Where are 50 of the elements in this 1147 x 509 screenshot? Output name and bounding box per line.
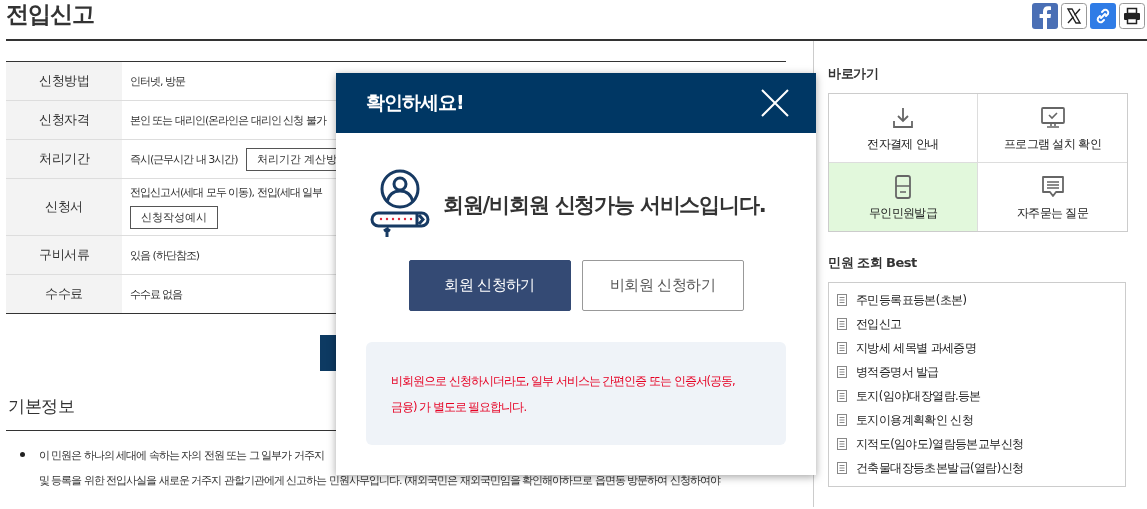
list-link[interactable]: 전입신고 xyxy=(856,316,902,332)
table-cell: 있음 (하단참조) xyxy=(130,247,200,263)
outline-button[interactable]: 신청작성예시 xyxy=(130,206,218,229)
x-share-button[interactable] xyxy=(1061,3,1087,29)
dialog-message: 회원/비회원 신청가능 서비스입니다. xyxy=(443,192,766,219)
table-header-cell: 처리기간 xyxy=(6,140,122,178)
notice-text: 비회원으로 신청하시더라도, 일부 서비스는 간편인증 또는 인증서(공동, 금융) 가 별도로 필요합니다. xyxy=(391,372,736,416)
close-button[interactable] xyxy=(761,89,789,117)
document-icon xyxy=(837,462,847,474)
document-icon xyxy=(837,294,847,306)
list-link[interactable]: 건축물대장등초본발급(열람)신청 xyxy=(856,460,1024,476)
section-title: 바로가기 xyxy=(828,65,879,83)
table-cell: 전입신고서(세대 모두 이동), 전입(세대 일부 xyxy=(130,185,323,200)
table-header-cell: 신청자격 xyxy=(6,101,122,139)
table-header-cell: 구비서류 xyxy=(6,236,122,274)
section-title: 민원 조회 Best xyxy=(828,254,918,272)
list-link[interactable]: 주민등록표등본(초본) xyxy=(856,292,967,308)
list-link[interactable]: 지적도(임야도)열람등본교부신청 xyxy=(856,436,1024,452)
table-cell: 본인 또는 대리인(온라인은 대리인 신청 불가 xyxy=(130,112,326,128)
shortcut-link[interactable]: 전자결제 안내 xyxy=(829,94,978,163)
bullet-icon xyxy=(20,452,25,457)
document-icon xyxy=(837,414,847,426)
paragraph-text: 및 등록을 위한 전입사실을 새로운 거주지 관할기관에게 신고하는 민원사무입니다. (재외국민은 재외국민임을 확인해야하므로 읍면동 방문하여 신청하여야 xyxy=(39,473,720,489)
table-cell: 인터넷, 방문 xyxy=(130,73,185,89)
dialog-title: 확인하세요! xyxy=(366,90,464,115)
print-button[interactable] xyxy=(1119,3,1145,29)
table-header-cell: 신청방법 xyxy=(6,62,122,100)
list-link[interactable]: 토지이용계획확인 신청 xyxy=(856,412,974,428)
primary-button[interactable]: 회원 신청하기 xyxy=(408,260,571,311)
document-icon xyxy=(837,438,847,450)
close-icon xyxy=(761,89,789,117)
document-icon xyxy=(837,366,847,378)
list-link[interactable]: 지방세 세목별 과세증명 xyxy=(856,340,977,356)
table-header-cell: 신청서 xyxy=(6,179,122,235)
facebook-button[interactable] xyxy=(1032,3,1058,29)
list-link[interactable]: 병적증명서 발급 xyxy=(856,364,939,380)
table-header-cell: 수수료 xyxy=(6,275,122,313)
document-icon xyxy=(837,342,847,354)
page-title: 전입신고 xyxy=(6,0,94,28)
shortcut-link[interactable]: 무인민원발급 xyxy=(829,163,978,231)
document-icon xyxy=(837,390,847,402)
document-icon xyxy=(837,318,847,330)
table-cell: 즉시(근무시간 내 3시간) xyxy=(130,151,238,167)
list-link[interactable]: 토지(임야)대장열람.등본 xyxy=(856,388,981,404)
speech-bubble-icon xyxy=(1039,173,1066,200)
link-button[interactable] xyxy=(1090,3,1116,29)
monitor-icon xyxy=(1039,104,1066,131)
secondary-button[interactable]: 비회원 신청하기 xyxy=(581,260,744,311)
table-cell: 수수료 없음 xyxy=(130,286,183,302)
paragraph-text: 이 민원은 하나의 세대에 속하는 자의 전원 또는 그 일부가 거주지 xyxy=(39,448,325,464)
